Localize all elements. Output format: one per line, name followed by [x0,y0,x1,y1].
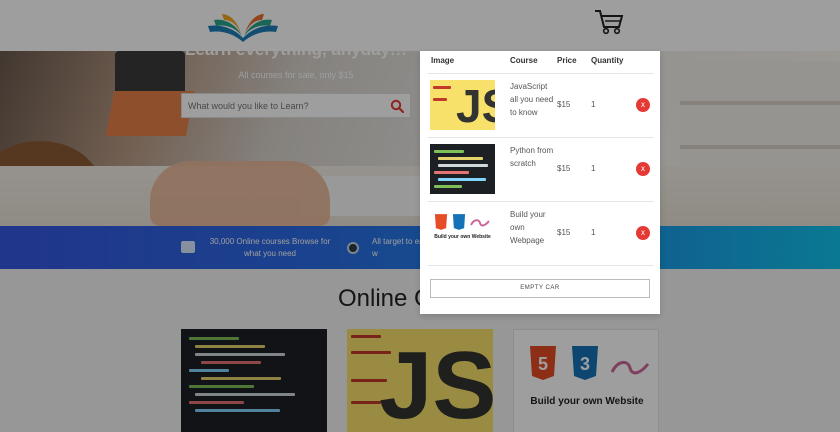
cart-item-row: Python from scratch $15 1 x [428,137,654,201]
cart-item-row: JS JavaScript all you need to know $15 1… [428,73,654,137]
feature-courses-text: 30,000 Online courses Browse for what yo… [209,237,331,258]
code-line [438,157,483,160]
code-line [351,335,381,338]
cart-divider [428,265,654,266]
svg-text:3: 3 [580,354,590,374]
css3-icon: 3 [572,346,598,380]
code-line [438,178,486,181]
code-line [438,164,488,167]
header-image: Image [431,56,455,65]
webpage-thumb-caption: Build your own Website [434,234,491,240]
code-line [195,393,295,396]
hero-image-hands [150,161,330,226]
cart-item-price: $15 [557,228,571,237]
page: Learn everything, anyday!!! All courses … [0,0,840,432]
course-card-python[interactable] [181,329,327,432]
cart-thumb-webpage: Build your own Website [430,208,495,258]
cart-thumb-python [430,144,495,194]
js-thumb-text: JS [456,80,495,130]
code-line [195,353,285,356]
cart-item-course: Python from scratch [510,146,554,168]
html5-icon [434,214,448,230]
svg-text:5: 5 [538,354,548,374]
cart-dropdown: Image Course Price Quantity JS JavaScrip… [420,51,660,314]
cart-item-price: $15 [557,164,571,173]
code-line [433,98,447,101]
code-line [434,185,462,188]
cart-item-course: Build your own Webpage [510,210,546,245]
cart-item-price: $15 [557,100,571,109]
courses-heading: Online C [338,285,432,312]
js-logo-text: JS [379,332,493,432]
header-course: Course [510,56,538,65]
code-line [434,150,464,153]
html5-icon: 5 [530,346,556,380]
code-line [189,369,229,372]
cart-thumb-js: JS [430,80,495,130]
course-card-webpage[interactable]: 5 3 Build your own Website [513,329,659,432]
sass-icon [610,361,650,375]
code-line [434,171,469,174]
search-input[interactable] [182,94,382,117]
code-line [189,401,244,404]
remove-item-button[interactable]: x [636,98,650,112]
target-icon [347,242,359,254]
courses-icon [181,241,195,253]
empty-cart-button[interactable]: EMPTY CAR [430,279,650,298]
code-line [351,401,381,404]
cart-item-quantity: 1 [591,100,596,109]
course-card-javascript[interactable]: JS [347,329,493,432]
remove-item-button[interactable]: x [636,162,650,176]
header-quantity: Quantity [591,56,624,65]
code-line [433,86,451,89]
code-line [195,345,265,348]
code-line [201,377,281,380]
code-line [195,409,280,412]
search-bar [181,93,411,118]
hero-subtitle: All courses for sale, only $15 [238,70,354,80]
hero-title: Learn everything, anyday!!! [184,40,407,59]
header [0,0,840,51]
code-line [189,337,239,340]
header-price: Price [557,56,577,65]
sass-icon [470,219,490,227]
search-icon[interactable] [390,99,404,113]
webpage-card-caption: Build your own Website [530,396,644,407]
css3-icon [452,214,466,230]
cart-item-quantity: 1 [591,164,596,173]
cart-table-header: Image Course Price Quantity [420,56,660,72]
cart-item-quantity: 1 [591,228,596,237]
open-book-logo-icon[interactable] [206,8,280,44]
cart-item-row: Build your own Website Build your own We… [428,201,654,265]
shopping-cart-icon[interactable] [594,9,624,35]
code-line [189,385,254,388]
remove-item-button[interactable]: x [636,226,650,240]
cart-item-course: JavaScript all you need to know [510,82,554,117]
code-line [201,361,261,364]
